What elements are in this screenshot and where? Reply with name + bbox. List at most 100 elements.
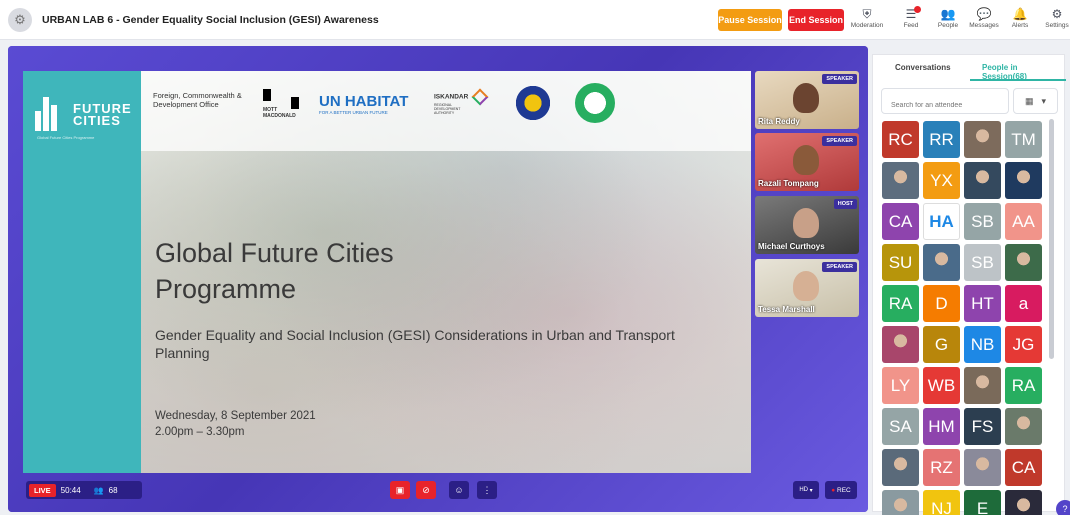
speaker-role-badge: SPEAKER [822, 74, 857, 84]
attendee-avatar-photo[interactable] [964, 162, 1001, 199]
attendee-avatar-photo[interactable] [964, 121, 1001, 158]
attendee-avatar[interactable]: RR [923, 121, 960, 158]
attendee-avatar-photo[interactable] [1005, 490, 1042, 515]
iskandar-text: ISKANDAR [434, 93, 469, 101]
attendee-avatar[interactable]: G [923, 326, 960, 363]
attendee-avatar-photo[interactable] [964, 449, 1001, 486]
slide-title-line-1: Global Future Cities [155, 238, 394, 268]
tab-conversations[interactable]: Conversations [895, 63, 951, 72]
attendee-avatar[interactable]: RZ [923, 449, 960, 486]
more-options-button[interactable]: ⋮ [477, 481, 497, 499]
people-sidebar: Conversations People in Session(68) ▦ ▾ … [872, 54, 1066, 515]
shield-icon: ⛨ [862, 7, 872, 21]
host-tile[interactable]: HOST Michael Curthoys [755, 196, 859, 254]
attendee-avatar[interactable]: E [964, 490, 1001, 515]
attendee-avatar-photo[interactable] [964, 367, 1001, 404]
attendee-avatar-photo[interactable] [1005, 408, 1042, 445]
attendee-avatar[interactable]: SB [964, 203, 1001, 240]
event-logo-icon: ⚙ [8, 8, 32, 32]
attendee-initials: RA [1011, 375, 1036, 395]
attendee-avatar[interactable]: SU [882, 244, 919, 281]
attendee-initials: CA [1011, 457, 1036, 477]
speaker-role-badge: HOST [833, 199, 857, 209]
screenshare-toggle-button[interactable]: ⊘ [416, 481, 436, 499]
session-title: URBAN LAB 6 - Gender Equality Social Inc… [42, 14, 379, 26]
people-icon: 👥 [940, 7, 956, 21]
attendee-avatar[interactable]: HM [923, 408, 960, 445]
attendee-avatar[interactable]: SB [964, 244, 1001, 281]
attendee-avatar[interactable]: FS [964, 408, 1001, 445]
attendee-avatar[interactable]: NB [964, 326, 1001, 363]
attendee-avatar[interactable]: RA [1005, 367, 1042, 404]
attendee-avatar[interactable]: CA [1005, 449, 1042, 486]
slide-subtitle: Gender Equality and Social Inclusion (GE… [155, 327, 675, 361]
chevron-down-icon: ▾ [809, 487, 813, 494]
iskandar-logo: ISKANDAR REGIONAL DEVELOPMENT AUTHORITY [434, 88, 494, 115]
attendee-grid: RC RR TM YX CA HA SB AA SU SB RA D HT a G NB JG LY WB RA SA H… [882, 121, 1050, 515]
sidebar-scrollbar[interactable] [1049, 119, 1054, 359]
attendee-initials: RC [888, 129, 913, 149]
slide-brand-panel: FUTURE CITIES Global Future Cities Progra… [23, 71, 141, 473]
attendee-initials: SA [889, 416, 912, 436]
notification-dot [914, 6, 922, 13]
bell-icon: 🔔 [1012, 7, 1028, 21]
attendee-avatar-photo[interactable] [882, 449, 919, 486]
end-session-button[interactable]: End Session [788, 9, 844, 31]
camera-toggle-button[interactable]: ▣ [390, 481, 410, 499]
attendee-initials: LY [890, 375, 911, 395]
nav-label: Messages [969, 22, 999, 29]
attendee-avatar-photo[interactable] [1005, 162, 1042, 199]
attendee-avatar[interactable]: NJ [923, 490, 960, 515]
camera-icon: ▣ [395, 484, 405, 495]
attendee-avatar[interactable]: LY [882, 367, 919, 404]
pause-session-button[interactable]: Pause Session [718, 9, 782, 31]
attendee-initials: JG [1012, 334, 1035, 354]
speaker-tile[interactable]: SPEAKER Rita Reddy [755, 71, 859, 129]
attendee-initials: HM [928, 416, 955, 436]
future-cities-logo: FUTURE CITIES Global Future Cities Progra… [35, 89, 135, 149]
attendee-avatar-photo[interactable] [923, 244, 960, 281]
active-tab-indicator [970, 79, 1066, 81]
nav-settings[interactable]: ⚙ Settings [1035, 6, 1070, 36]
attendee-avatar[interactable]: RA [882, 285, 919, 322]
attendee-avatar[interactable]: a [1005, 285, 1042, 322]
attendee-avatar-photo[interactable] [882, 326, 919, 363]
nav-moderation[interactable]: ⛨ Moderation [845, 6, 889, 36]
attendee-avatar[interactable]: D [923, 285, 960, 322]
attendee-avatar[interactable]: AA [1005, 203, 1042, 240]
attendee-initials: NJ [931, 498, 952, 515]
nav-label: Alerts [1011, 22, 1029, 29]
view-toggle-button[interactable]: ▦ ▾ [1013, 88, 1058, 114]
speaker-name: Tessa Marshall [758, 305, 815, 314]
attendee-avatar[interactable]: WB [923, 367, 960, 404]
attendee-initials: G [934, 334, 949, 354]
attendee-initials: D [935, 293, 948, 313]
attendee-avatar[interactable]: TM [1005, 121, 1042, 158]
attendee-avatar[interactable]: YX [923, 162, 960, 199]
reactions-button[interactable]: ☺ [449, 481, 469, 499]
app-window: { "header": { "title": "URBAN LAB 6 - Ge… [0, 0, 1070, 515]
attendee-search-input[interactable] [881, 88, 1009, 114]
attendee-avatar[interactable]: CA [882, 203, 919, 240]
attendee-avatar[interactable]: HT [964, 285, 1001, 322]
attendee-initials: YX [930, 170, 953, 190]
attendee-avatar[interactable]: RC [882, 121, 919, 158]
speaker-role-badge: SPEAKER [822, 136, 857, 146]
attendee-avatar[interactable]: SA [882, 408, 919, 445]
speaker-tile[interactable]: SPEAKER Tessa Marshall [755, 259, 859, 317]
state-crest-icon [513, 83, 553, 123]
attendee-avatar-photo[interactable] [882, 162, 919, 199]
attendee-avatar[interactable]: HA [923, 203, 960, 240]
speaker-name: Rita Reddy [758, 117, 800, 126]
speaker-role-badge: SPEAKER [822, 262, 857, 272]
attendee-avatar[interactable]: JG [1005, 326, 1042, 363]
attendee-avatar-photo[interactable] [1005, 244, 1042, 281]
attendee-avatar-photo[interactable] [882, 490, 919, 515]
quality-select[interactable]: HD ▾ [793, 481, 819, 499]
speaker-name: Michael Curthoys [758, 242, 825, 251]
speaker-video [793, 271, 819, 301]
record-button[interactable]: ● REC [825, 481, 857, 499]
attendee-initials: RR [929, 129, 954, 149]
speaker-tile[interactable]: SPEAKER Razali Tompang [755, 133, 859, 191]
help-button[interactable]: ? [1056, 500, 1070, 515]
